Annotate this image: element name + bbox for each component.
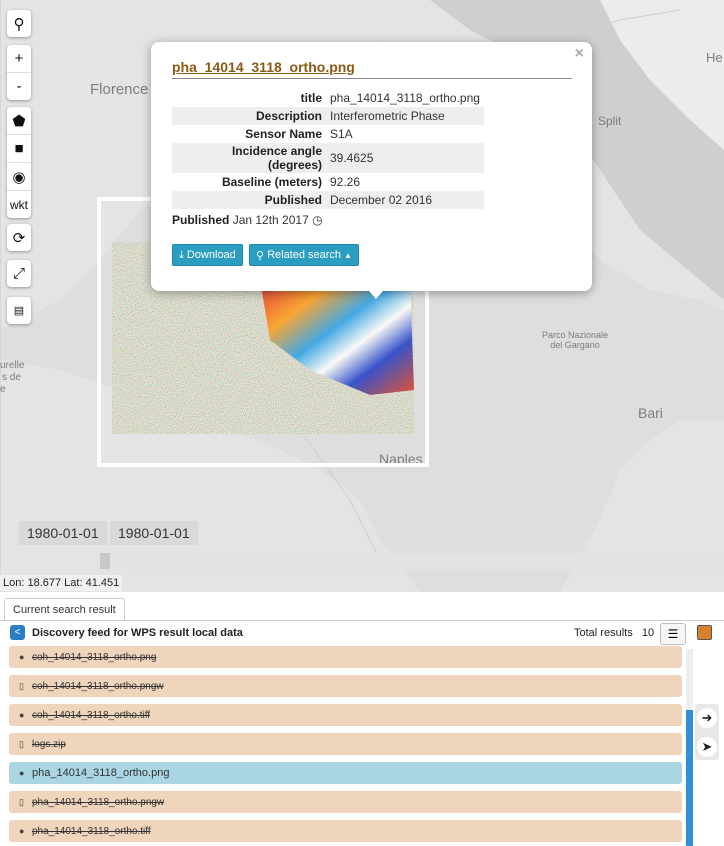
property-value: S1A xyxy=(330,127,353,141)
property-key: Sensor Name xyxy=(245,127,322,141)
draw-control: ⬟ ■ ◉ wkt xyxy=(7,107,31,218)
search-icon: ⚲ xyxy=(256,249,265,262)
fullscreen-control: ⤢ xyxy=(7,260,31,287)
map-label-gargano: Parco Nazionale del Gargano xyxy=(541,330,609,350)
ruler-icon[interactable]: ▤ xyxy=(7,297,31,324)
map-label-partial-2: s de xyxy=(2,372,21,383)
popup-properties: title pha_14014_3118_ortho.png Descripti… xyxy=(172,89,484,209)
property-key: Baseline (meters) xyxy=(221,175,322,189)
results-panel: Current search result < Discovery feed f… xyxy=(0,592,724,846)
tab-current-search-result[interactable]: Current search result xyxy=(4,598,125,621)
map-label-florence: Florence xyxy=(90,81,149,98)
related-search-label: Related search xyxy=(267,249,342,261)
property-value: pha_14014_3118_ortho.png xyxy=(330,91,480,105)
globe-icon: ● xyxy=(19,768,25,778)
property-row: Incidence angle (degrees) 39.4625 xyxy=(172,143,484,173)
list-item-label: coh_14014_3118_ortho.pngw xyxy=(32,680,164,692)
timeline-bar[interactable] xyxy=(100,553,724,569)
property-row: Description Interferometric Phase xyxy=(172,107,484,125)
list-item-label: pha_14014_3118_ortho.png xyxy=(32,767,170,779)
feature-popup: × pha_14014_3118_ortho.png title pha_140… xyxy=(151,42,592,291)
caret-up-icon: ▲ xyxy=(344,250,352,260)
zoom-control: + - xyxy=(7,45,31,100)
map-label-split: Split xyxy=(598,114,622,128)
list-view-button[interactable]: ☰ xyxy=(660,623,686,645)
globe-icon: ● xyxy=(19,652,25,662)
map-label-bari: Bari xyxy=(638,405,663,421)
file-icon: ▯ xyxy=(19,680,24,691)
share-icon[interactable]: < xyxy=(10,625,25,640)
marker-icon[interactable]: ◉ xyxy=(7,163,31,191)
cursor-coordinates: Lon: 18.677 Lat: 41.451 xyxy=(0,575,123,591)
list-item[interactable]: ▯ logs.zip xyxy=(9,733,682,755)
list-item-label: coh_14014_3118_ortho.tiff xyxy=(32,709,151,721)
list-item[interactable]: ▯ pha_14014_3118_ortho.pngw xyxy=(9,791,682,813)
map-label-partial-3: e xyxy=(0,384,6,395)
fullscreen-icon[interactable]: ⤢ xyxy=(7,260,31,287)
measure-control: ▤ xyxy=(7,297,31,324)
list-item-label: logs.zip xyxy=(32,738,66,750)
property-value: Interferometric Phase xyxy=(326,107,484,125)
map-label-partial-1: urelle xyxy=(0,360,25,371)
total-results-count: 10 xyxy=(641,627,655,639)
list-item-label: pha_14014_3118_ortho.tiff xyxy=(32,825,151,837)
tab-divider xyxy=(0,620,724,621)
search-icon[interactable]: ⚲ xyxy=(7,10,31,37)
map-view[interactable]: Florence Split Parco Nazionale del Garga… xyxy=(0,0,724,592)
property-row: Published December 02 2016 xyxy=(172,191,484,209)
list-item[interactable]: ● pha_14014_3118_ortho.tiff xyxy=(9,820,682,842)
list-item[interactable]: ● coh_14014_3118_ortho.tiff xyxy=(9,704,682,726)
total-results-label: Total results xyxy=(574,627,633,639)
file-icon: ▯ xyxy=(19,796,24,807)
popup-title[interactable]: pha_14014_3118_ortho.png xyxy=(172,59,572,79)
polygon-icon[interactable]: ⬟ xyxy=(7,107,31,135)
list-item[interactable]: ● coh_14014_3118_ortho.png xyxy=(9,646,682,668)
arrow-circle-right-icon[interactable]: ➤ xyxy=(697,737,717,757)
list-item-selected[interactable]: ● pha_14014_3118_ortho.png xyxy=(9,762,682,784)
property-row: Baseline (meters) 92.26 xyxy=(172,173,484,191)
download-button[interactable]: ⤓ Download xyxy=(172,244,243,266)
arrow-right-icon[interactable]: ➜ xyxy=(697,708,717,728)
published-info: Published Jan 12th 2017 ◷ xyxy=(172,213,323,227)
refresh-icon[interactable]: ⟳ xyxy=(7,224,31,251)
property-key: Published xyxy=(172,191,326,209)
property-value: 92.26 xyxy=(330,175,361,189)
related-search-button[interactable]: ⚲ Related search ▲ xyxy=(249,244,359,266)
property-value: 39.4625 xyxy=(326,143,484,173)
published-label: Published xyxy=(172,213,230,227)
timeline-handle[interactable] xyxy=(100,553,110,569)
total-results: Total results 10 xyxy=(574,627,654,639)
search-control[interactable]: ⚲ xyxy=(7,10,31,37)
timeline-end-date: 1980-01-01 xyxy=(110,521,198,545)
property-row: Sensor Name S1A xyxy=(172,125,484,143)
globe-icon: ● xyxy=(19,826,25,836)
clock-icon: ◷ xyxy=(312,213,323,227)
property-key: title xyxy=(300,91,322,105)
file-icon: ▯ xyxy=(19,738,24,749)
timeline-start-date: 1980-01-01 xyxy=(19,521,107,545)
globe-icon: ● xyxy=(19,710,25,720)
property-value: December 02 2016 xyxy=(326,191,484,209)
zoom-in-button[interactable]: + xyxy=(7,45,31,73)
map-label-partial-4: He xyxy=(706,50,723,65)
property-key: Incidence angle (degrees) xyxy=(172,143,326,173)
published-date: Jan 12th 2017 xyxy=(232,213,309,227)
download-label: Download xyxy=(186,249,236,261)
popup-pointer xyxy=(362,283,390,299)
scrollbar-thumb[interactable] xyxy=(686,710,693,846)
color-swatch[interactable] xyxy=(697,625,712,640)
close-icon[interactable]: × xyxy=(575,45,584,63)
zoom-out-button[interactable]: - xyxy=(7,73,31,100)
property-row: title pha_14014_3118_ortho.png xyxy=(172,89,484,107)
property-key: Description xyxy=(172,107,326,125)
list-icon: ☰ xyxy=(667,627,679,641)
list-item-label: coh_14014_3118_ortho.png xyxy=(32,651,157,663)
download-icon: ⤓ xyxy=(179,248,184,261)
wkt-button[interactable]: wkt xyxy=(7,191,31,218)
square-icon[interactable]: ■ xyxy=(7,135,31,163)
list-item[interactable]: ▯ coh_14014_3118_ortho.pngw xyxy=(9,675,682,697)
refresh-control: ⟳ xyxy=(7,224,31,251)
list-item-label: pha_14014_3118_ortho.pngw xyxy=(32,796,165,808)
feed-title: Discovery feed for WPS result local data xyxy=(32,627,243,639)
